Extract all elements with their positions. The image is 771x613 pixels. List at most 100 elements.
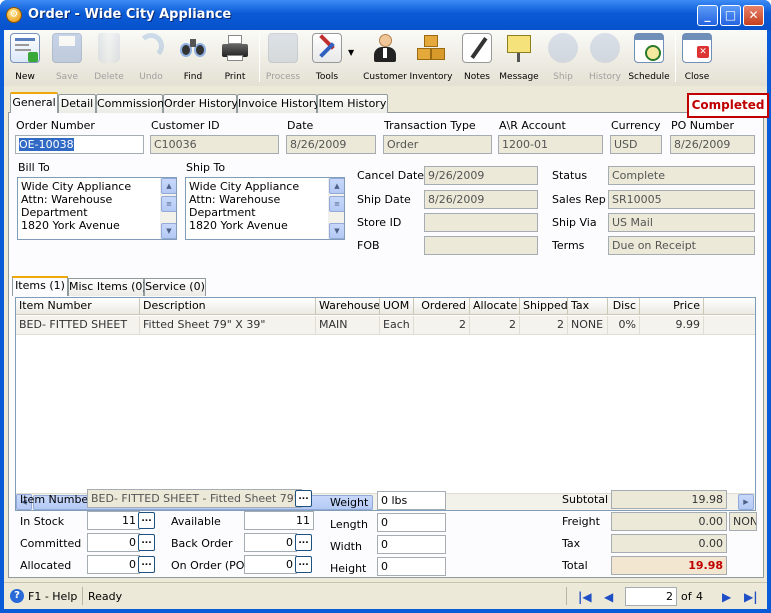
notes-button[interactable]: Notes [456,32,498,84]
date-field[interactable]: 8/26/2009 [286,135,376,154]
cell-disc[interactable]: 0% [608,316,640,335]
bill-to-address[interactable]: Wide City Appliance Attn: Warehouse Depa… [17,177,177,240]
store-id-field[interactable] [424,213,538,232]
column-header-price[interactable]: Price [640,298,704,315]
allocated-lookup-button[interactable]: ... [138,556,155,573]
item-lookup-button[interactable]: ... [295,490,312,507]
column-header-item-number[interactable]: Item Number [16,298,140,315]
subtab-misc-items[interactable]: Misc Items (0) [68,278,147,296]
scroll-up-icon[interactable]: ▲ [161,178,176,194]
process-button[interactable]: Process [262,32,304,84]
column-header-warehouse[interactable]: Warehouse [316,298,380,315]
available-field[interactable]: 11 [244,511,314,530]
ar-account-field[interactable]: 1200-01 [498,135,603,154]
find-button[interactable]: Find [172,32,214,84]
back-order-field[interactable]: 0 [244,533,297,552]
save-button[interactable]: Save [46,32,88,84]
cell-shipped[interactable]: 2 [520,316,568,335]
cell-warehouse[interactable]: MAIN [316,316,380,335]
print-button[interactable]: Print [214,32,256,84]
history-button[interactable]: History [584,32,626,84]
on-order-lookup-button[interactable]: ... [295,556,312,573]
allocated-field[interactable]: 0 [87,555,140,574]
inventory-button[interactable]: Inventory [410,32,453,84]
width-field[interactable]: 0 [377,535,446,554]
scroll-down-icon[interactable]: ▼ [161,223,176,239]
on-order-field[interactable]: 0 [244,555,297,574]
last-record-icon[interactable]: ▶| [744,590,758,604]
tab-item-history[interactable]: Item History [317,94,388,113]
height-field[interactable]: 0 [377,557,446,576]
committed-lookup-button[interactable]: ... [138,534,155,551]
help-icon[interactable]: ? [10,589,24,603]
delete-button[interactable]: Delete [88,32,130,84]
record-number-input[interactable]: 2 [625,587,677,606]
next-record-icon[interactable]: ▶ [722,590,731,604]
cell-allocate[interactable]: 2 [470,316,520,335]
tab-invoice-history[interactable]: Invoice History [237,94,320,113]
freight-tax-field[interactable]: NON [729,512,757,531]
cell-description[interactable]: Fitted Sheet 79" X 39" [140,316,316,335]
title-bar[interactable]: ⚙ Order - Wide City Appliance _ □ ✕ [0,0,771,30]
tools-dropdown-icon[interactable]: ▼ [348,48,354,57]
scroll-thumb[interactable]: ≡ [329,196,344,212]
freight-field[interactable]: 0.00 [611,512,727,531]
ship-via-field[interactable]: US Mail [608,213,755,232]
customer-button[interactable]: Customer [363,32,407,84]
tab-commission[interactable]: Commission [96,94,164,113]
in-stock-field[interactable]: 11 [87,511,140,530]
first-record-icon[interactable]: |◀ [578,590,592,604]
weight-field[interactable]: 0 lbs [377,491,446,510]
subtab-items[interactable]: Items (1) [12,276,68,296]
close-button[interactable]: ✕ Close [676,32,718,84]
column-header-shipped[interactable]: Shipped [520,298,568,315]
subtab-service[interactable]: Service (0) [144,278,206,296]
back-order-lookup-button[interactable]: ... [295,534,312,551]
cancel-date-field[interactable]: 9/26/2009 [424,166,538,185]
cell-ordered[interactable]: 2 [414,316,470,335]
cell-tax[interactable]: NONE [568,316,608,335]
column-header-allocate[interactable]: Allocate [470,298,520,315]
column-header-tax[interactable]: Tax [568,298,608,315]
po-number-field[interactable]: 8/26/2009 [670,135,755,154]
schedule-button[interactable]: Schedule [628,32,670,84]
minimize-button[interactable]: _ [697,5,718,26]
terms-field[interactable]: Due on Receipt [608,236,755,255]
previous-record-icon[interactable]: ◀ [604,590,613,604]
tools-button[interactable]: Tools [306,32,348,84]
transaction-type-field[interactable]: Order [383,135,492,154]
item-number-field[interactable]: BED- FITTED SHEET - Fitted Sheet 79" X 3… [87,489,302,508]
ship-to-address[interactable]: Wide City Appliance Attn: Warehouse Depa… [185,177,345,240]
column-header-ordered[interactable]: Ordered [414,298,470,315]
ship-to-scrollbar[interactable]: ▲ ≡ ▼ [328,178,344,239]
cell-uom[interactable]: Each [380,316,414,335]
bill-to-scrollbar[interactable]: ▲ ≡ ▼ [160,178,176,239]
column-header-uom[interactable]: UOM [380,298,414,315]
order-number-field[interactable]: OE-10038 [15,135,144,154]
status-field[interactable]: Complete [608,166,755,185]
tab-order-history[interactable]: Order History [163,94,238,113]
scroll-up-icon[interactable]: ▲ [329,178,344,194]
fob-field[interactable] [424,236,538,255]
ship-button[interactable]: Ship [542,32,584,84]
undo-button[interactable]: Undo [130,32,172,84]
customer-id-field[interactable]: C10036 [150,135,279,154]
table-row[interactable]: BED- FITTED SHEET Fitted Sheet 79" X 39"… [16,316,755,335]
tab-detail[interactable]: Detail [58,94,96,113]
message-button[interactable]: Message [498,32,540,84]
scroll-down-icon[interactable]: ▼ [329,223,344,239]
new-button[interactable]: New [4,32,46,84]
ship-date-field[interactable]: 8/26/2009 [424,190,538,209]
sales-rep-field[interactable]: SR10005 [608,190,755,209]
in-stock-lookup-button[interactable]: ... [138,512,155,529]
scroll-thumb[interactable]: ≡ [161,196,176,212]
committed-field[interactable]: 0 [87,533,140,552]
scroll-right-icon[interactable]: ▶ [738,494,754,510]
help-text[interactable]: F1 - Help [28,590,77,603]
length-field[interactable]: 0 [377,513,446,532]
cell-item-number[interactable]: BED- FITTED SHEET [16,316,140,335]
close-window-button[interactable]: ✕ [743,5,764,26]
tab-general[interactable]: General [10,92,58,113]
column-header-disc[interactable]: Disc [608,298,640,315]
maximize-button[interactable]: □ [720,5,741,26]
